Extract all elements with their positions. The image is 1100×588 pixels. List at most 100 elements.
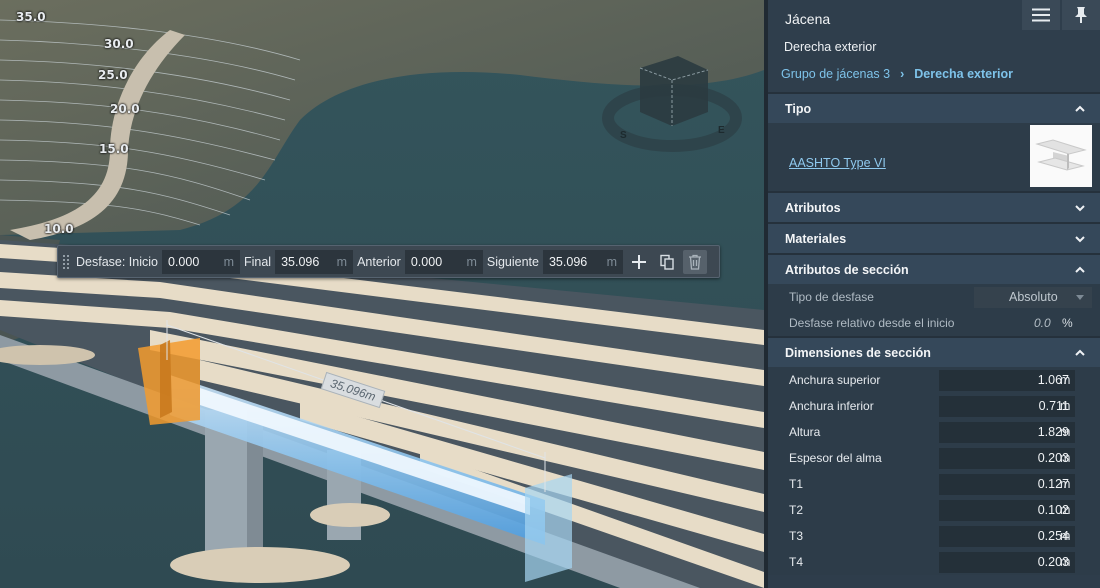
- delete-offset-button[interactable]: [682, 249, 707, 274]
- section-atributos-label: Atributos: [785, 200, 841, 215]
- section-tipo-label: Tipo: [785, 101, 812, 116]
- offset-next-value: 35.096: [548, 254, 588, 269]
- offset-type-select[interactable]: Absoluto: [974, 286, 1092, 308]
- dimension-input[interactable]: 0.203: [939, 551, 1075, 573]
- end-offset-plane[interactable]: [525, 474, 572, 582]
- section-atributos-header[interactable]: Atributos: [768, 191, 1100, 222]
- offset-start-label: Desfase: Inicio: [76, 254, 158, 269]
- offset-toolbar: Desfase: Inicio 0.000 m Final 35.096 m A…: [57, 245, 720, 278]
- dimension-label: T2: [789, 503, 804, 517]
- contour-label: 35.0: [16, 10, 46, 24]
- offset-end-field[interactable]: 35.096 m: [275, 249, 354, 274]
- dropdown-caret-icon: [1076, 294, 1084, 300]
- menu-button[interactable]: [1022, 0, 1060, 30]
- dimension-row: T4 0.203 m: [768, 549, 1100, 575]
- dimension-unit: m: [1060, 425, 1071, 439]
- breadcrumb: Grupo de jácenas 3 › Derecha exterior: [781, 67, 1013, 81]
- dimension-unit: m: [1060, 451, 1071, 465]
- section-dimensions-list: Anchura superior 1.067 m Anchura inferio…: [768, 367, 1100, 575]
- girder-type-thumbnail[interactable]: [1030, 125, 1092, 187]
- 3d-viewport[interactable]: 35.0 30.0 25.0 20.0 15.0 10.0 S E 35.096…: [0, 0, 764, 588]
- section-materiales-header[interactable]: Materiales: [768, 222, 1100, 253]
- relative-offset-value: 0.0: [1034, 316, 1051, 330]
- dimension-row: Anchura superior 1.067 m: [768, 367, 1100, 393]
- contour-label: 15.0: [99, 142, 129, 156]
- dimension-row: Altura 1.829 m: [768, 419, 1100, 445]
- dimension-label: Anchura inferior: [789, 399, 874, 413]
- panel-header: Jácena Derecha exterior Grupo de jácenas…: [768, 0, 1100, 92]
- offset-end-value: 35.096: [281, 254, 320, 269]
- girder-profile-icon: [1035, 139, 1087, 171]
- breadcrumb-parent[interactable]: Grupo de jácenas 3: [781, 67, 890, 81]
- section-atributos-seccion-header[interactable]: Atributos de sección: [768, 253, 1100, 284]
- unit-label: m: [606, 254, 617, 269]
- section-dimensiones-header[interactable]: Dimensiones de sección: [768, 336, 1100, 367]
- dimension-row: T3 0.254 m: [768, 523, 1100, 549]
- section-dimensiones-label: Dimensiones de sección: [785, 345, 931, 360]
- dimension-label: Anchura superior: [789, 373, 881, 387]
- relative-offset-label: Desfase relativo desde el inicio: [789, 316, 955, 330]
- chevron-down-icon: [1075, 204, 1085, 211]
- panel-subtitle: Derecha exterior: [784, 40, 877, 54]
- dimension-row: Anchura inferior 0.711 m: [768, 393, 1100, 419]
- trash-icon: [688, 254, 701, 270]
- contour-label: 30.0: [104, 37, 134, 51]
- compass-east[interactable]: E: [718, 125, 725, 136]
- pin-button[interactable]: [1062, 0, 1100, 30]
- compass-south[interactable]: S: [620, 130, 627, 141]
- unit-label: m: [336, 254, 348, 269]
- offset-type-row: Tipo de desfase Absoluto: [768, 284, 1100, 310]
- dimension-label: Espesor del alma: [789, 451, 882, 465]
- panel-title: Jácena: [785, 11, 831, 27]
- offset-prev-label: Anterior: [357, 254, 401, 269]
- dimension-label: T1: [789, 477, 804, 491]
- properties-panel: Jácena Derecha exterior Grupo de jácenas…: [764, 0, 1100, 588]
- section-tipo-header[interactable]: Tipo: [768, 92, 1100, 123]
- section-materiales-label: Materiales: [785, 231, 847, 246]
- offset-start-field[interactable]: 0.000 m: [161, 249, 240, 274]
- dimension-input[interactable]: 0.127: [939, 473, 1075, 495]
- dimension-unit: m: [1060, 555, 1071, 569]
- dimension-unit: m: [1060, 503, 1071, 517]
- drag-handle[interactable]: [62, 253, 70, 270]
- offset-prev-value: 0.000: [410, 254, 443, 269]
- dimension-input[interactable]: 0.102: [939, 499, 1075, 521]
- plus-icon: [631, 254, 646, 269]
- chevron-up-icon: [1075, 266, 1085, 273]
- offset-next-label: Siguiente: [486, 254, 539, 269]
- unit-label: m: [223, 254, 234, 269]
- pin-icon: [1075, 7, 1087, 23]
- dimension-input[interactable]: 0.254: [939, 525, 1075, 547]
- relative-offset-row: Desfase relativo desde el inicio 0.0 %: [768, 310, 1100, 336]
- section-atributos-seccion-label: Atributos de sección: [785, 262, 909, 277]
- copy-offset-button[interactable]: [655, 250, 679, 274]
- dimension-input[interactable]: 0.203: [939, 447, 1075, 469]
- add-offset-button[interactable]: [627, 250, 651, 274]
- menu-icon: [1032, 8, 1050, 22]
- dimension-label: T3: [789, 529, 804, 543]
- girder-type-link[interactable]: AASHTO Type VI: [789, 156, 886, 170]
- dimension-unit: m: [1060, 477, 1071, 491]
- chevron-up-icon: [1075, 349, 1085, 356]
- dimension-unit: m: [1060, 373, 1071, 387]
- chevron-down-icon: [1075, 235, 1085, 242]
- scene-canvas[interactable]: [0, 0, 764, 588]
- dimension-row: T2 0.102 m: [768, 497, 1100, 523]
- dimension-label: Altura: [789, 425, 821, 439]
- offset-type-label: Tipo de desfase: [789, 290, 874, 304]
- dimension-input[interactable]: 1.829: [939, 421, 1075, 443]
- offset-type-value: Absoluto: [1009, 290, 1058, 304]
- dimension-input[interactable]: 1.067: [939, 369, 1075, 391]
- offset-next-field[interactable]: 35.096 m: [542, 249, 623, 274]
- chevron-up-icon: [1075, 105, 1085, 112]
- dimension-unit: m: [1060, 399, 1071, 413]
- breadcrumb-separator: ›: [900, 67, 905, 81]
- offset-prev-field[interactable]: 0.000 m: [404, 249, 483, 274]
- dimension-input[interactable]: 0.711: [939, 395, 1075, 417]
- dimension-row: Espesor del alma 0.203 m: [768, 445, 1100, 471]
- unit-label: m: [466, 254, 477, 269]
- section-tipo-body: AASHTO Type VI: [768, 123, 1100, 191]
- dimension-row: T1 0.127 m: [768, 471, 1100, 497]
- panel-header-buttons: [1022, 0, 1100, 30]
- relative-offset-unit: %: [1062, 316, 1073, 330]
